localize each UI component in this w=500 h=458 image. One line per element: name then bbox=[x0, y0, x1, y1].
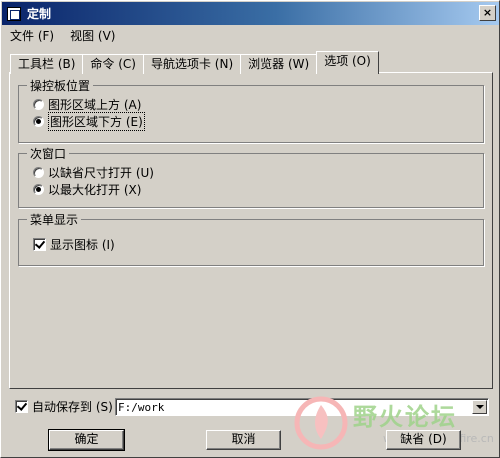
radio-below-graphics[interactable]: 图形区域下方 (E) bbox=[33, 111, 145, 131]
radio-button[interactable] bbox=[33, 166, 44, 178]
tab-toolbars[interactable]: 工具栏 (B) bbox=[10, 54, 84, 74]
menu-display-group: 菜单显示 显示图标 (I) bbox=[18, 211, 484, 266]
menu-view[interactable]: 视图 (V) bbox=[62, 27, 123, 46]
panel-position-label: 操控板位置 bbox=[27, 77, 94, 94]
customize-dialog: 定制 × 文件 (F) 视图 (V) 工具栏 (B) 命令 (C) 导航选项卡 … bbox=[0, 0, 500, 458]
menu-bar: 文件 (F) 视图 (V) bbox=[2, 27, 499, 46]
radio-above-graphics[interactable]: 图形区域上方 (A) bbox=[33, 96, 141, 112]
autosave-label: 自动保存到 (S) bbox=[32, 400, 113, 414]
checkbox[interactable] bbox=[15, 400, 28, 413]
window-icon bbox=[7, 6, 21, 21]
option-label: 以缺省尺寸打开 (U) bbox=[48, 165, 154, 180]
option-label: 图形区域下方 (E) bbox=[48, 111, 145, 131]
default-button[interactable]: 缺省 (D) bbox=[386, 430, 461, 450]
menu-display-label: 菜单显示 bbox=[27, 211, 82, 228]
option-label: 显示图标 (I) bbox=[50, 237, 115, 252]
radio-button[interactable] bbox=[33, 98, 44, 110]
tab-strip: 工具栏 (B) 命令 (C) 导航选项卡 (N) 浏览器 (W) 选项 (O) bbox=[10, 51, 379, 74]
cancel-button[interactable]: 取消 bbox=[206, 430, 281, 450]
secondary-window-group: 次窗口 以缺省尺寸打开 (U) 以最大化打开 (X) bbox=[18, 145, 484, 208]
radio-default-size[interactable]: 以缺省尺寸打开 (U) bbox=[33, 164, 154, 180]
window-title: 定制 bbox=[27, 7, 52, 21]
secondary-window-label: 次窗口 bbox=[27, 145, 70, 162]
tab-navigator[interactable]: 导航选项卡 (N) bbox=[142, 54, 242, 74]
panel-position-group: 操控板位置 图形区域上方 (A) 图形区域下方 (E) bbox=[18, 77, 484, 143]
radio-button-selected[interactable] bbox=[33, 183, 44, 195]
autosave-path-combo[interactable] bbox=[115, 398, 489, 416]
tab-options[interactable]: 选项 (O) bbox=[316, 51, 379, 74]
autosave-path-input[interactable] bbox=[118, 400, 470, 414]
ok-button[interactable]: 确定 bbox=[48, 429, 125, 451]
menu-file[interactable]: 文件 (F) bbox=[2, 27, 62, 46]
title-bar[interactable]: 定制 × bbox=[2, 2, 499, 25]
chevron-down-icon[interactable] bbox=[472, 400, 487, 414]
radio-maximized[interactable]: 以最大化打开 (X) bbox=[33, 181, 141, 197]
checkbox[interactable] bbox=[33, 237, 46, 251]
option-label: 以最大化打开 (X) bbox=[48, 182, 142, 197]
close-button[interactable]: × bbox=[479, 5, 496, 21]
options-panel: 操控板位置 图形区域上方 (A) 图形区域下方 (E) 次窗口 以缺省尺寸打开 … bbox=[9, 72, 493, 389]
option-label: 图形区域上方 (A) bbox=[48, 97, 142, 112]
show-icons-checkbox[interactable]: 显示图标 (I) bbox=[33, 236, 115, 252]
tab-commands[interactable]: 命令 (C) bbox=[82, 54, 144, 74]
radio-button-selected[interactable] bbox=[33, 115, 44, 127]
tab-browser[interactable]: 浏览器 (W) bbox=[240, 54, 318, 74]
autosave-checkbox[interactable]: 自动保存到 (S) bbox=[15, 398, 113, 415]
